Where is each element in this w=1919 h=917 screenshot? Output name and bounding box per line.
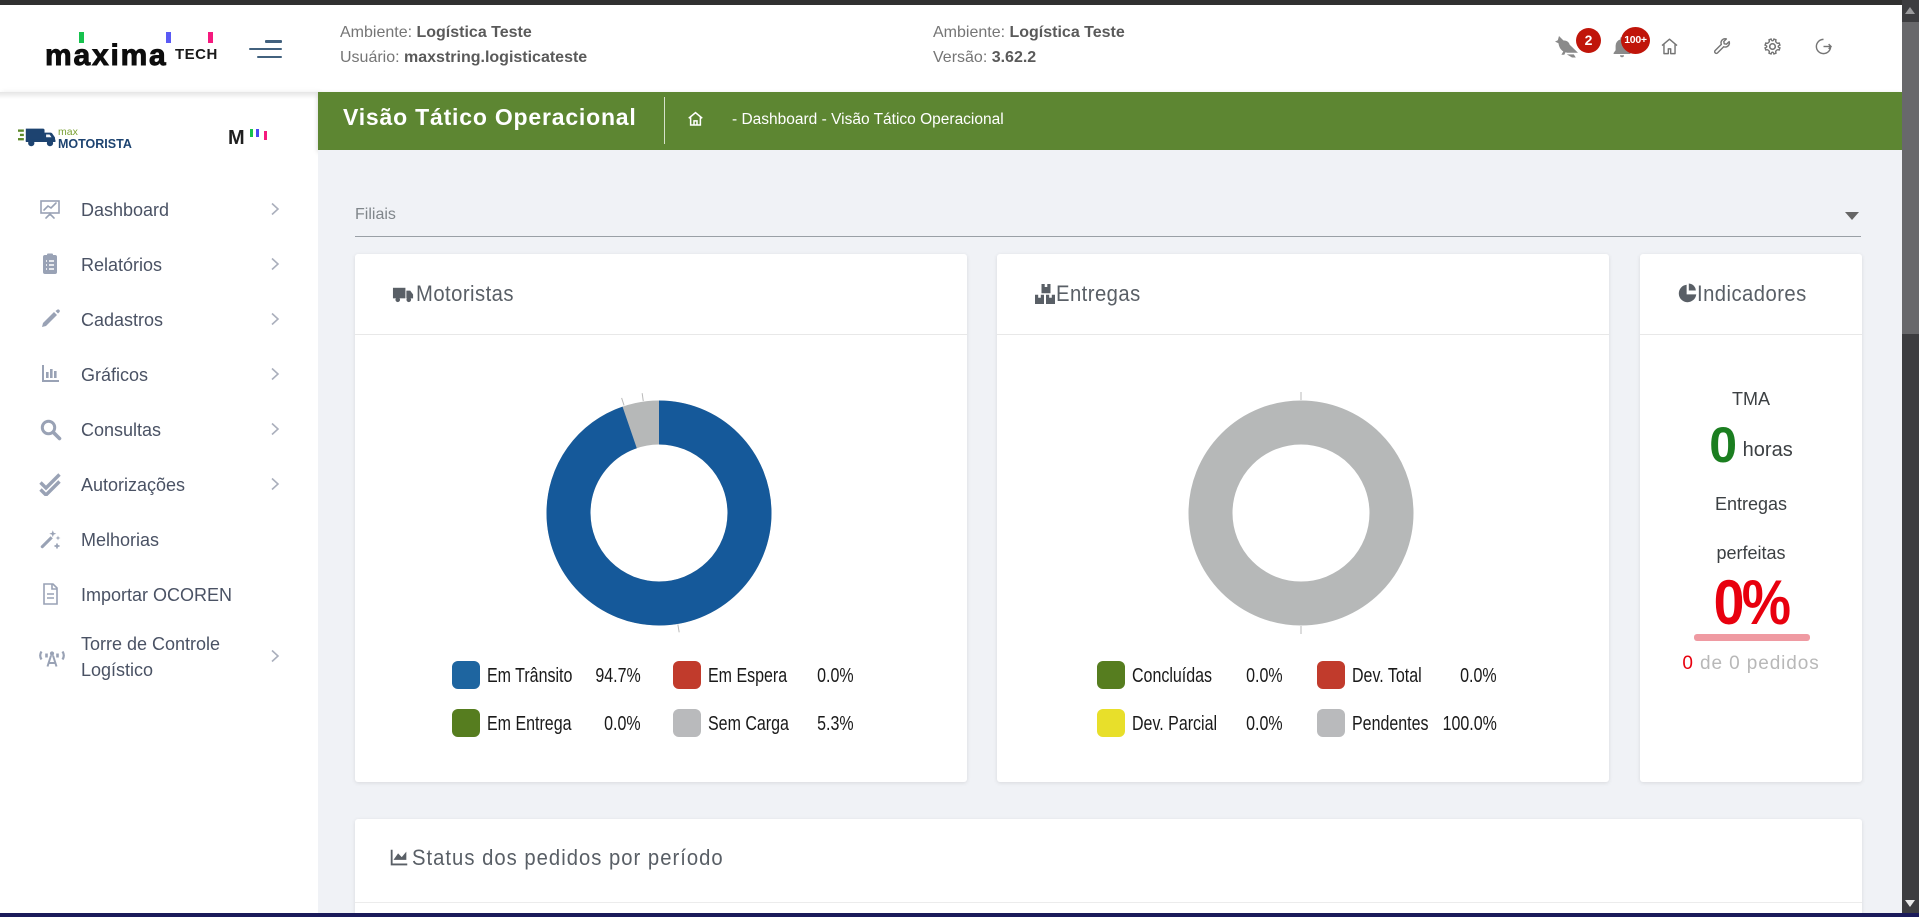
svg-text:M: M [228,127,245,148]
svg-text:MOTORISTA: MOTORISTA [58,137,132,151]
svg-text:TECH: TECH [175,46,217,63]
svg-text:maxima: maxima [45,39,168,70]
